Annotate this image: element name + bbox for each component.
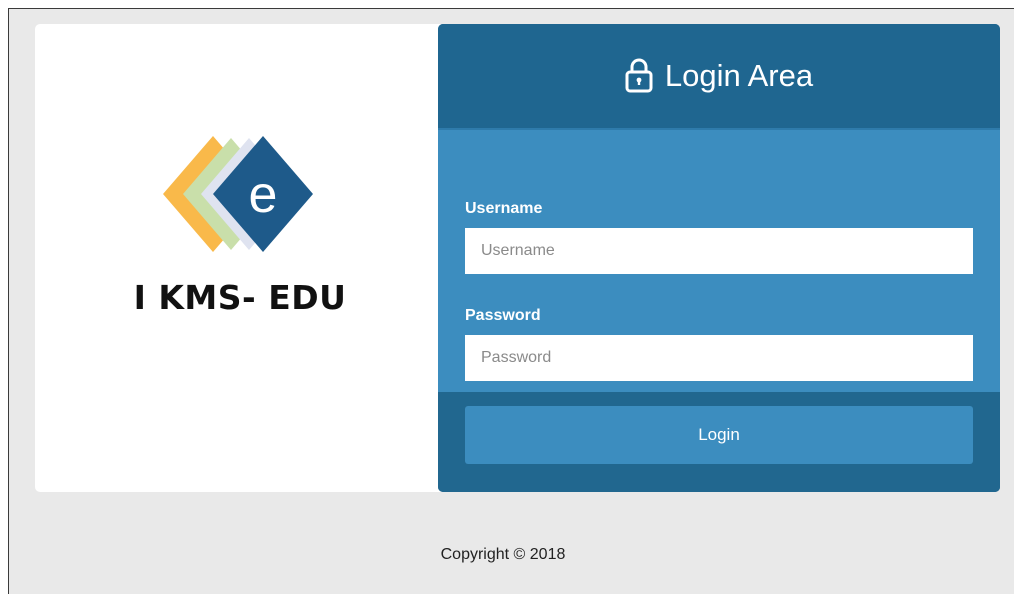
login-title: Login Area bbox=[664, 58, 814, 93]
lock-icon bbox=[625, 58, 653, 93]
login-form: Username Password bbox=[438, 128, 1000, 392]
login-button[interactable]: Login bbox=[465, 406, 973, 464]
password-label: Password bbox=[465, 307, 541, 324]
username-input[interactable] bbox=[465, 228, 973, 274]
login-header: Login Area bbox=[438, 24, 1000, 128]
logo-letter: e bbox=[249, 166, 278, 224]
brand-panel: e I KMS- EDU bbox=[35, 24, 445, 492]
brand-logo-icon: e bbox=[163, 136, 313, 252]
username-label: Username bbox=[465, 200, 543, 217]
login-panel: Login Area Username Password Login bbox=[438, 24, 1000, 492]
brand-name: I KMS- EDU bbox=[133, 278, 347, 317]
copyright-text: Copyright © 2018 bbox=[440, 546, 566, 563]
login-footer: Login bbox=[438, 392, 1000, 492]
password-input[interactable] bbox=[465, 335, 973, 381]
